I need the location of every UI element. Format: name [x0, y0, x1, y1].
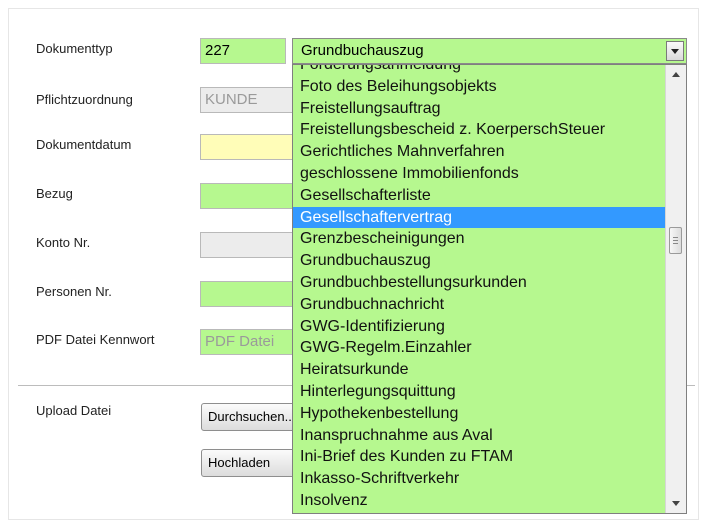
option-item[interactable]: GWG-Identifizierung — [293, 316, 667, 338]
personen-label: Personen Nr. — [36, 284, 112, 299]
chevron-down-icon[interactable] — [666, 41, 684, 61]
option-item[interactable]: Gesellschaftervertrag — [293, 206, 667, 229]
option-item[interactable]: Grundbuchbestellungsurkunden — [293, 272, 667, 294]
scroll-thumb[interactable] — [669, 227, 682, 254]
option-item[interactable]: Hypothekenbestellung — [293, 403, 667, 425]
option-list: Forderungsanmeldung Foto des Beleihungsob… — [293, 65, 667, 512]
select-value: Grundbuchauszug — [301, 42, 424, 59]
option-item[interactable]: Grundbuchnachricht — [293, 294, 667, 316]
dokumentdatum-label: Dokumentdatum — [36, 137, 132, 152]
dokumentdatum-input[interactable] — [200, 134, 300, 160]
option-item[interactable]: Gesellschafterliste — [293, 185, 667, 207]
browse-button[interactable]: Durchsuchen... — [201, 403, 301, 431]
pdf-kennwort-label: PDF Datei Kennwort — [36, 332, 155, 347]
option-item[interactable]: Grundbuchauszug — [293, 250, 667, 272]
option-item[interactable]: Heiratsurkunde — [293, 359, 667, 381]
dokumenttyp-dropdown-list[interactable]: Forderungsanmeldung Foto des Beleihungsob… — [292, 64, 687, 514]
upload-label: Upload Datei — [36, 403, 112, 418]
option-item[interactable]: Inanspruchnahme aus Aval — [293, 425, 667, 447]
option-item[interactable]: Gerichtliches Mahnverfahren — [293, 141, 667, 163]
pflichtzuordnung-label: Pflichtzuordnung — [36, 92, 133, 107]
bezug-input[interactable] — [200, 183, 300, 209]
pdf-kennwort-input[interactable]: PDF Datei — [200, 329, 300, 355]
option-item[interactable]: Freistellungsauftrag — [293, 98, 667, 120]
bezug-label: Bezug — [36, 186, 73, 201]
scroll-up-arrow-icon[interactable] — [666, 65, 686, 83]
scroll-down-arrow-icon[interactable] — [666, 495, 686, 513]
option-item[interactable]: geschlossene Immobilienfonds — [293, 163, 667, 185]
dokumenttyp-label: Dokumenttyp — [36, 41, 113, 56]
dokumenttyp-code-input[interactable]: 227 — [200, 38, 286, 64]
option-item[interactable]: Insolvenz — [293, 490, 667, 512]
option-item[interactable]: GWG-Regelm.Einzahler — [293, 337, 667, 359]
option-item[interactable]: Freistellungsbescheid z. KoerperschSteue… — [293, 119, 667, 141]
dokumenttyp-select[interactable]: Grundbuchauszug — [292, 38, 687, 64]
konto-label: Konto Nr. — [36, 235, 91, 250]
option-item[interactable]: Hinterlegungsquittung — [293, 381, 667, 403]
option-item[interactable]: Foto des Beleihungsobjekts — [293, 76, 667, 98]
upload-button[interactable]: Hochladen — [201, 449, 301, 477]
konto-input[interactable] — [200, 232, 300, 258]
option-item[interactable]: Ini-Brief des Kunden zu FTAM — [293, 446, 667, 468]
pflichtzuordnung-input[interactable]: KUNDE — [200, 87, 300, 113]
option-item[interactable]: Grenzbescheinigungen — [293, 228, 667, 250]
scrollbar[interactable] — [665, 65, 686, 513]
option-item[interactable]: Inkasso-Schriftverkehr — [293, 468, 667, 490]
option-item[interactable]: Forderungsanmeldung — [293, 65, 667, 76]
personen-input[interactable] — [200, 281, 300, 307]
